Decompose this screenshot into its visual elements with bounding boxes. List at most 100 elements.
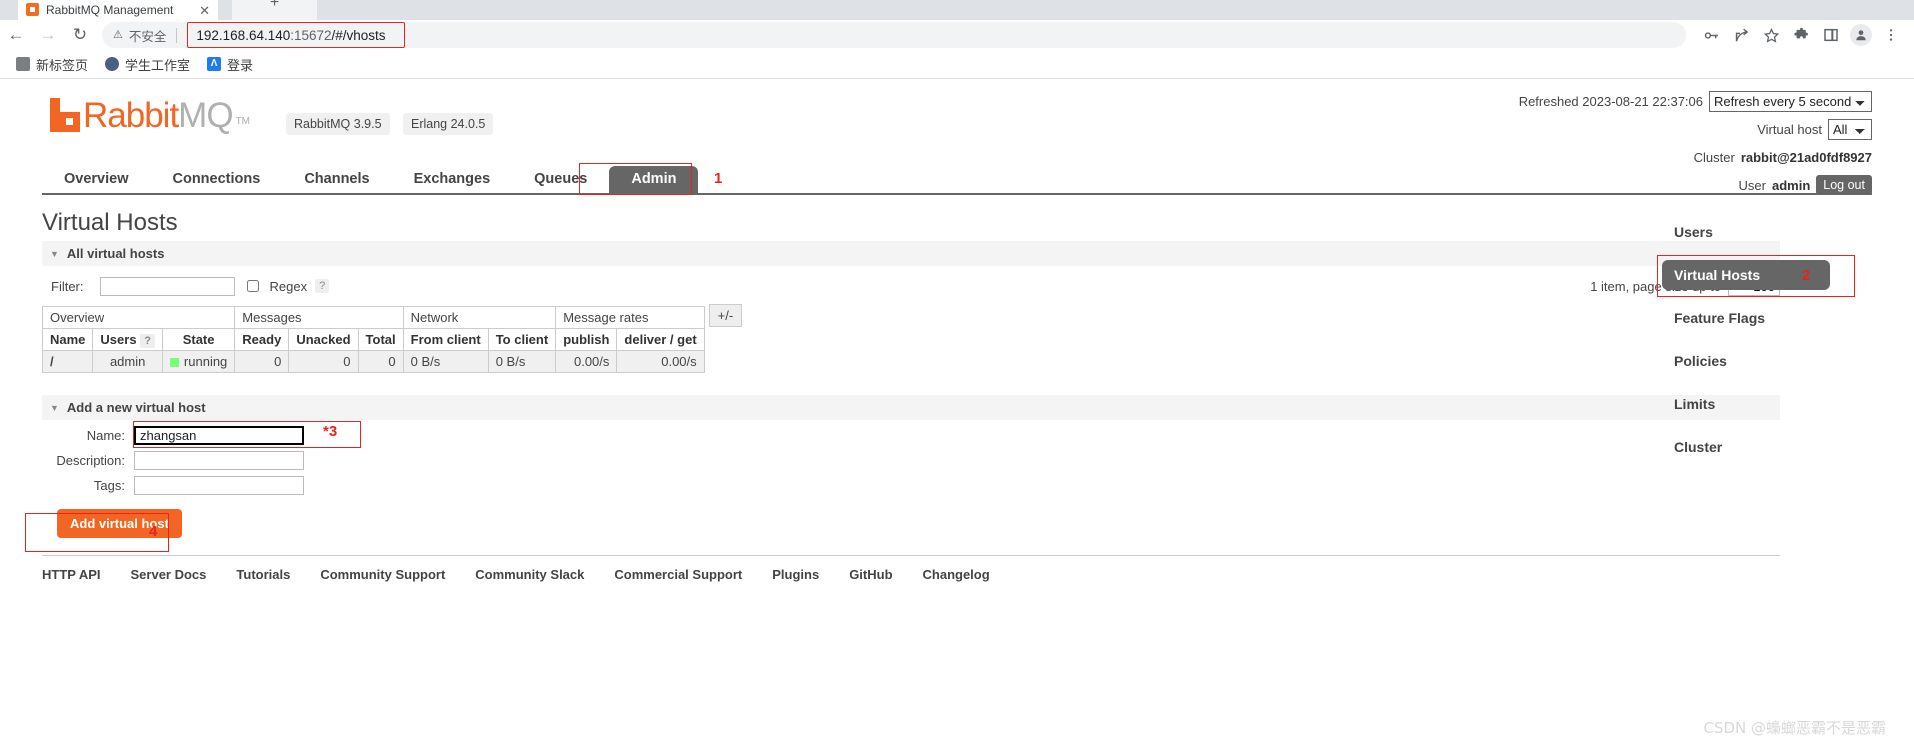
- cell-state: running: [161, 350, 236, 373]
- url-text: 192.168.64.140:15672/#/vhosts: [196, 28, 385, 43]
- main-content: Virtual Hosts ▼ All virtual hosts Filter…: [0, 209, 1914, 556]
- bookmark-item-login[interactable]: Λ 登录: [200, 52, 260, 77]
- footer-divider: [42, 555, 1780, 556]
- footer-link-server-docs[interactable]: Server Docs: [131, 567, 207, 582]
- bookmark-item-school[interactable]: 学生工作室: [98, 52, 197, 77]
- close-icon[interactable]: ✕: [199, 4, 210, 17]
- share-icon[interactable]: [1726, 22, 1756, 48]
- tab-queues[interactable]: Queues: [512, 166, 609, 193]
- refresh-interval-select[interactable]: Refresh every 5 seconds: [1709, 90, 1872, 112]
- table-row: / admin running 0 0 0 0 B/s 0 B/s 0.00/s…: [41, 350, 705, 373]
- sidebar-item-cluster[interactable]: Cluster: [1662, 432, 1872, 462]
- avatar: [1850, 24, 1872, 46]
- rabbitmq-version-badge: RabbitMQ 3.9.5: [286, 113, 390, 135]
- sidepanel-icon[interactable]: [1816, 22, 1846, 48]
- footer-link-plugins[interactable]: Plugins: [772, 567, 819, 582]
- form-row-description: Description:: [42, 451, 1872, 470]
- cluster-name: rabbit@21ad0fdf8927: [1740, 149, 1872, 165]
- reload-icon[interactable]: ↻: [64, 21, 96, 49]
- filter-label: Filter:: [51, 278, 84, 294]
- annotation-number-1: 1: [714, 170, 723, 187]
- toggle-columns-button[interactable]: +/-: [708, 304, 743, 327]
- add-vhost-section-header[interactable]: ▼ Add a new virtual host: [42, 395, 1780, 420]
- add-virtual-host-button[interactable]: Add virtual host: [57, 509, 182, 538]
- trademark-label: TM: [235, 116, 251, 127]
- col-users-label: Users: [100, 332, 137, 347]
- footer-link-community-support[interactable]: Community Support: [320, 567, 445, 582]
- sidebar-item-users[interactable]: Users: [1662, 217, 1872, 247]
- col-publish[interactable]: publish: [555, 328, 618, 351]
- group-network: Network: [402, 306, 557, 329]
- footer-link-tutorials[interactable]: Tutorials: [236, 567, 290, 582]
- filter-row: Filter: Regex ? 1 item, page size up to: [42, 266, 1780, 304]
- all-virtual-hosts-section-header[interactable]: ▼ All virtual hosts: [42, 241, 1780, 266]
- users-help-icon[interactable]: ?: [140, 334, 155, 348]
- col-ready[interactable]: Ready: [234, 328, 290, 351]
- new-tab-button[interactable]: +: [232, 0, 317, 20]
- table-wrapper: Overview Messages Network Message rates …: [41, 304, 1872, 373]
- cell-name[interactable]: /: [41, 350, 94, 373]
- rabbitmq-management-page: RabbitMQ TM RabbitMQ 3.9.5 Erlang 24.0.5…: [0, 80, 1914, 756]
- virtual-hosts-table: Overview Messages Network Message rates …: [41, 306, 705, 373]
- tab-overview[interactable]: Overview: [42, 166, 151, 193]
- col-total[interactable]: Total: [357, 328, 404, 351]
- bookmark-label: 新标签页: [36, 57, 89, 73]
- tags-label: Tags:: [93, 478, 125, 493]
- tab-connections[interactable]: Connections: [151, 166, 283, 193]
- tab-exchanges[interactable]: Exchanges: [392, 166, 513, 193]
- vhost-tags-input[interactable]: [134, 476, 304, 495]
- browser-tab[interactable]: RabbitMQ Management ✕: [18, 0, 218, 20]
- col-users[interactable]: Users ?: [92, 328, 163, 351]
- browser-tab-strip: RabbitMQ Management ✕ +: [0, 0, 1914, 20]
- tab-channels[interactable]: Channels: [282, 166, 391, 193]
- bookmark-star-icon[interactable]: [1756, 22, 1786, 48]
- address-bar[interactable]: ⚠ 不安全 192.168.64.140:15672/#/vhosts: [102, 22, 1686, 48]
- bookmark-label: 登录: [227, 57, 254, 73]
- footer-links: HTTP API Server Docs Tutorials Community…: [42, 556, 1872, 582]
- col-deliver-get[interactable]: deliver / get: [616, 328, 705, 351]
- footer-link-commercial-support[interactable]: Commercial Support: [614, 567, 742, 582]
- col-state[interactable]: State: [161, 328, 236, 351]
- regex-label: Regex: [269, 278, 308, 294]
- col-name[interactable]: Name: [41, 328, 94, 351]
- bookmarks-bar: 新标签页 学生工作室 Λ 登录: [0, 50, 1914, 79]
- bookmark-item-new-tab[interactable]: 新标签页: [9, 52, 95, 77]
- sidebar-item-limits[interactable]: Limits: [1662, 389, 1872, 419]
- add-virtual-host-form: ▼ Add a new virtual host Name: Descripti…: [25, 395, 1872, 556]
- url-highlight-box[interactable]: 192.168.64.140:15672/#/vhosts: [187, 22, 406, 48]
- url-port: :15672: [290, 27, 332, 43]
- col-to-client[interactable]: To client: [487, 328, 557, 351]
- group-messages: Messages: [234, 306, 404, 329]
- footer-link-community-slack[interactable]: Community Slack: [475, 567, 584, 582]
- regex-checkbox[interactable]: [246, 280, 259, 292]
- vhost-name-input[interactable]: [134, 426, 304, 445]
- extensions-puzzle-icon[interactable]: [1786, 22, 1816, 48]
- col-unacked[interactable]: Unacked: [288, 328, 359, 351]
- password-key-icon[interactable]: [1696, 22, 1726, 48]
- not-secure-label[interactable]: 不安全: [129, 26, 167, 45]
- sidebar-item-policies[interactable]: Policies: [1662, 346, 1872, 376]
- back-icon[interactable]: ←: [0, 21, 32, 49]
- toolbar-icon-group: [1696, 22, 1914, 48]
- forward-icon[interactable]: →: [32, 21, 64, 49]
- footer-link-http-api[interactable]: HTTP API: [42, 567, 101, 582]
- cell-to-client: 0 B/s: [487, 350, 557, 373]
- cell-deliver-get: 0.00/s: [616, 350, 705, 373]
- vhost-filter-select[interactable]: All: [1828, 118, 1872, 140]
- cell-publish: 0.00/s: [555, 350, 618, 373]
- new-tab-icon: [16, 57, 30, 71]
- footer-link-github[interactable]: GitHub: [849, 567, 892, 582]
- profile-avatar[interactable]: [1846, 22, 1876, 48]
- vhost-description-input[interactable]: [134, 451, 304, 470]
- chrome-menu-icon[interactable]: [1876, 22, 1906, 48]
- col-from-client[interactable]: From client: [402, 328, 489, 351]
- filter-input[interactable]: [99, 276, 235, 296]
- sidebar-item-feature-flags[interactable]: Feature Flags: [1662, 303, 1872, 333]
- rabbitmq-logo[interactable]: RabbitMQ TM: [50, 96, 251, 135]
- group-overview: Overview: [41, 306, 236, 329]
- login-icon: Λ: [207, 57, 222, 71]
- logo-rabbit-text: Rabbit: [83, 96, 179, 135]
- footer-link-changelog[interactable]: Changelog: [923, 567, 990, 582]
- tab-admin[interactable]: Admin: [609, 166, 699, 193]
- help-icon[interactable]: ?: [315, 279, 330, 293]
